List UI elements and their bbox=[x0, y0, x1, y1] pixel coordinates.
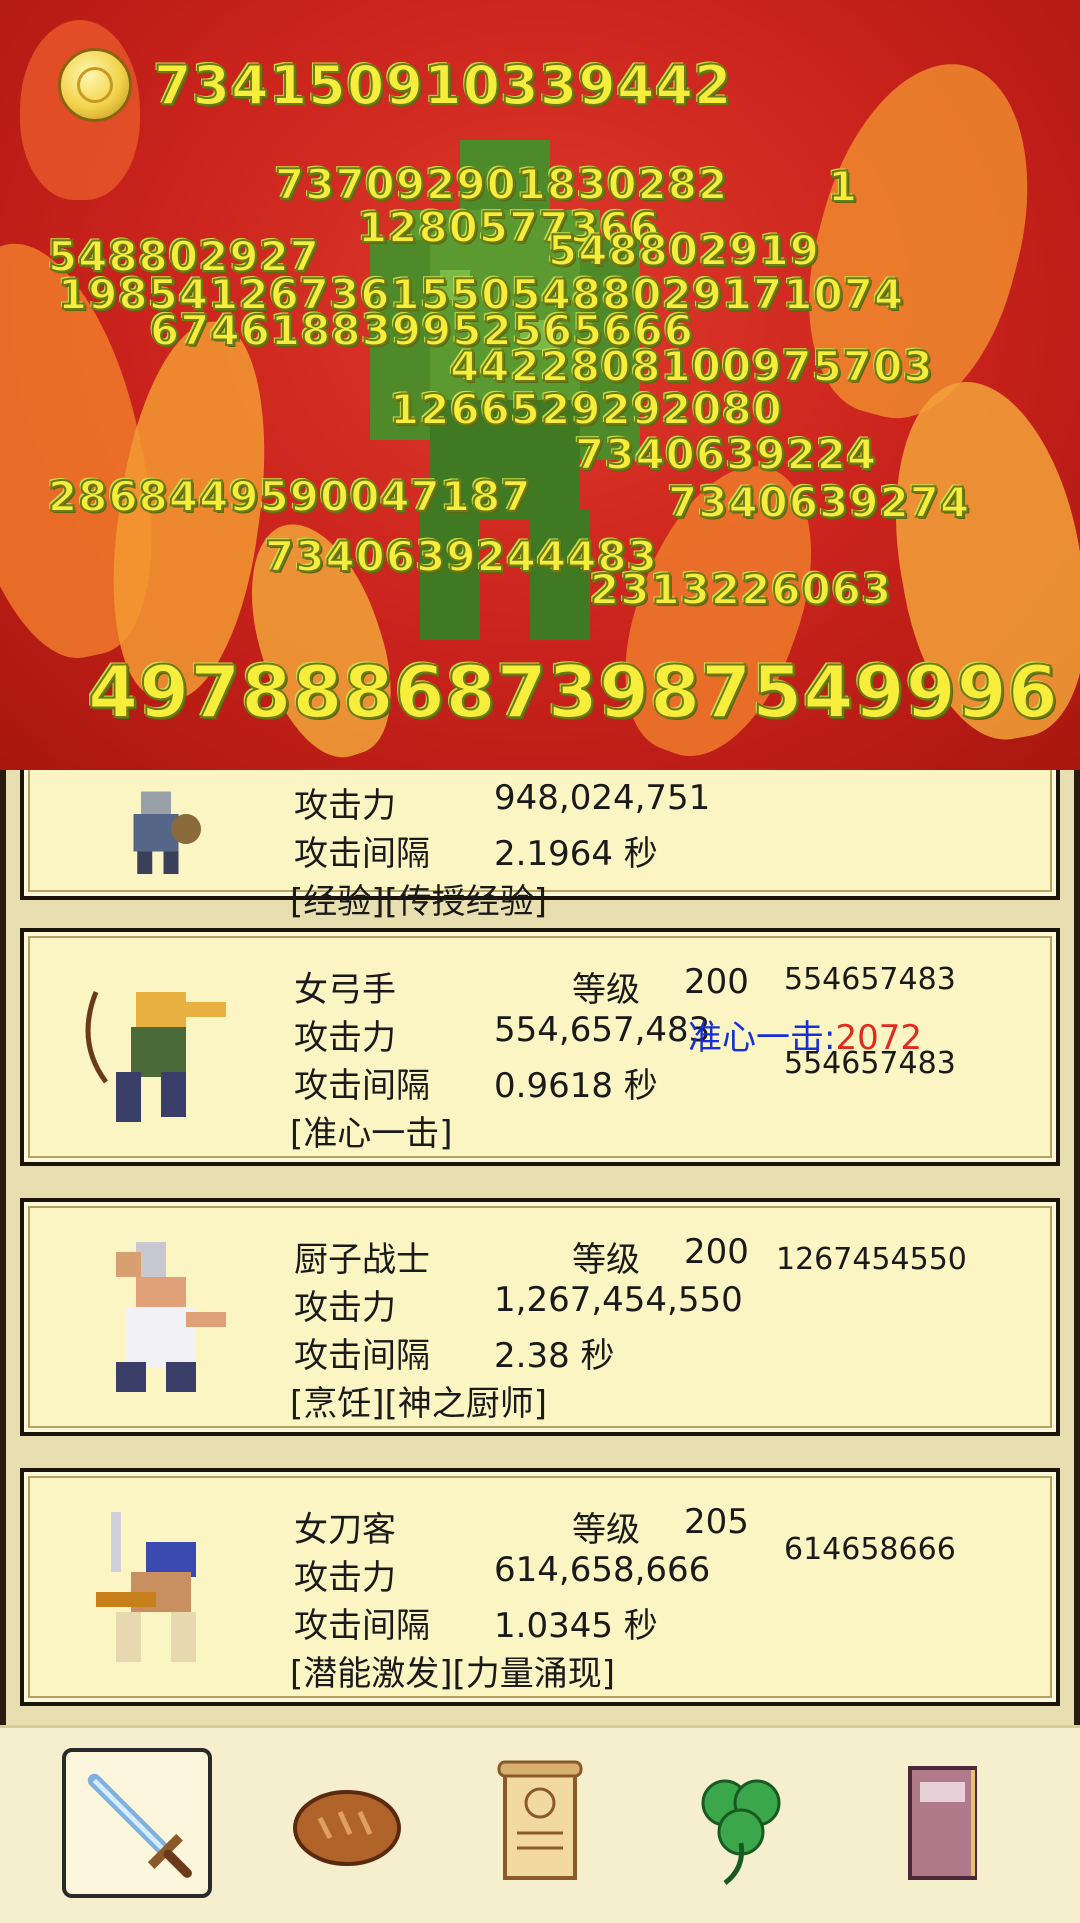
damage-number: 7340639274 bbox=[667, 477, 971, 528]
tab-luck[interactable] bbox=[665, 1748, 815, 1898]
hero-name: 女弓手 bbox=[294, 970, 396, 1010]
attack-value: 554,657,483 bbox=[494, 1010, 711, 1050]
level-label: 等级 bbox=[572, 1240, 640, 1280]
hero-card[interactable]: 厨子战士 等级 200 攻击力 1,267,454,550 攻击间隔 2.38 … bbox=[20, 1198, 1060, 1436]
skills-text[interactable]: [潜能激发][力量涌现] bbox=[290, 1646, 615, 1695]
attack-label: 攻击力 bbox=[294, 1558, 396, 1598]
skills-text[interactable]: [准心一击] bbox=[290, 1106, 453, 1155]
hero-list[interactable]: 攻击力 948,024,751 攻击间隔 2.1964 秒 [经验][传授经验]… bbox=[0, 770, 1080, 1725]
bottom-tab-bar bbox=[0, 1725, 1080, 1923]
gold-value: 734150910339442 bbox=[153, 53, 733, 118]
hero-card[interactable]: 攻击力 948,024,751 攻击间隔 2.1964 秒 [经验][传授经验] bbox=[20, 770, 1060, 922]
attack-label: 攻击力 bbox=[294, 1288, 396, 1328]
interval-label: 攻击间隔 bbox=[294, 834, 430, 874]
attack-value: 1,267,454,550 bbox=[494, 1280, 743, 1320]
attack-value: 948,024,751 bbox=[494, 778, 711, 818]
coin-icon bbox=[58, 48, 132, 122]
skills-text[interactable]: [烹饪][神之厨师] bbox=[290, 1376, 547, 1425]
damage-number: 548802919 bbox=[547, 225, 821, 276]
hero-portrait-archer bbox=[85, 991, 226, 1122]
interval-label: 攻击间隔 bbox=[294, 1336, 430, 1376]
damage-readout: 1267454550 bbox=[776, 1242, 967, 1277]
book-icon bbox=[908, 1766, 977, 1880]
damage-number: 1266529292080 bbox=[389, 384, 783, 435]
damage-number: 7340639224 bbox=[574, 429, 878, 480]
damage-readout: 614658666 bbox=[784, 1532, 956, 1567]
interval-value: 0.9618 秒 bbox=[494, 1066, 658, 1106]
level-label: 等级 bbox=[572, 970, 640, 1010]
level-value: 200 bbox=[684, 1232, 749, 1272]
hero-portrait-swordswoman bbox=[96, 1512, 196, 1662]
attack-label: 攻击力 bbox=[294, 786, 396, 826]
battle-area[interactable]: 734150910339442 737092901830282 1 128057… bbox=[0, 0, 1080, 770]
level-value: 205 bbox=[684, 1502, 749, 1542]
interval-label: 攻击间隔 bbox=[294, 1606, 430, 1646]
damage-readout: 554657483 bbox=[784, 1046, 956, 1081]
attack-label: 攻击力 bbox=[294, 1018, 396, 1058]
hero-card[interactable]: 女刀客 等级 205 攻击力 614,658,666 攻击间隔 1.0345 秒… bbox=[20, 1468, 1060, 1706]
tab-heroes[interactable] bbox=[62, 1748, 212, 1898]
clover-icon bbox=[701, 1779, 781, 1885]
sword-icon bbox=[87, 1773, 192, 1878]
damage-readout: 554657483 bbox=[784, 962, 956, 997]
damage-number: 1 bbox=[827, 161, 859, 212]
damage-number: 2313226063 bbox=[589, 564, 893, 615]
interval-value: 2.38 秒 bbox=[494, 1336, 615, 1376]
gold-counter: 734150910339442 bbox=[58, 48, 733, 122]
tab-food[interactable] bbox=[272, 1748, 422, 1898]
damage-number: 737092901830282 bbox=[274, 159, 729, 210]
interval-value: 2.1964 秒 bbox=[494, 834, 658, 874]
level-label: 等级 bbox=[572, 1510, 640, 1550]
interval-value: 1.0345 秒 bbox=[494, 1606, 658, 1646]
attack-value: 614,658,666 bbox=[494, 1550, 711, 1590]
hero-card[interactable]: 女弓手 等级 200 攻击力 554,657,483 攻击间隔 0.9618 秒… bbox=[20, 928, 1060, 1166]
damage-number: 4422808100975703 bbox=[449, 341, 934, 392]
damage-number: 2868449590047187 bbox=[47, 471, 532, 522]
tab-book[interactable] bbox=[865, 1748, 1015, 1898]
scroll-icon bbox=[497, 1760, 583, 1880]
hero-name: 女刀客 bbox=[294, 1510, 396, 1550]
bread-icon bbox=[293, 1790, 401, 1866]
level-value: 200 bbox=[684, 962, 749, 1002]
hero-portrait-chef bbox=[116, 1242, 226, 1392]
total-damage: 4978886873987549996 bbox=[87, 649, 1059, 735]
skills-text[interactable]: [经验][传授经验] bbox=[290, 874, 547, 923]
hero-name: 厨子战士 bbox=[294, 1240, 430, 1280]
interval-label: 攻击间隔 bbox=[294, 1066, 430, 1106]
tab-scroll[interactable] bbox=[465, 1748, 615, 1898]
hero-portrait-warrior bbox=[133, 791, 201, 874]
